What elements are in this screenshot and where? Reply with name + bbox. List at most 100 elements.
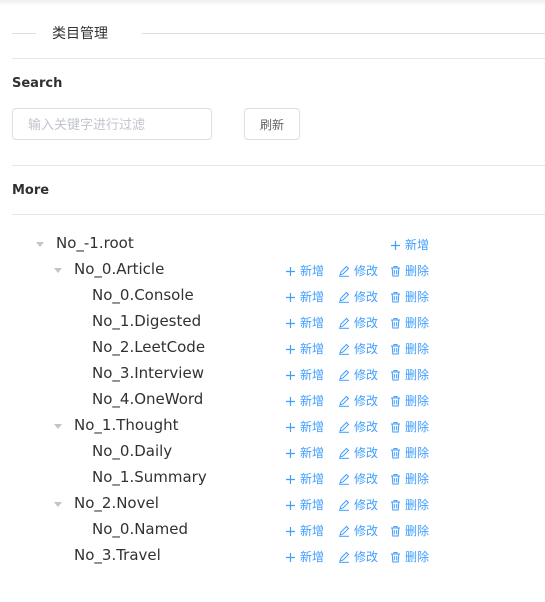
tree-node[interactable]: No_0.Named 新增 修改 删除 <box>0 517 545 543</box>
delete-icon <box>390 265 401 280</box>
delete-button[interactable]: 删除 <box>390 392 429 410</box>
edit-button[interactable]: 修改 <box>338 366 378 384</box>
add-button[interactable]: 新增 <box>285 262 324 280</box>
edit-button[interactable]: 修改 <box>338 496 378 514</box>
tree-node[interactable]: No_1.Thought 新增 修改 删除 <box>0 413 545 439</box>
tree-node-label[interactable]: No_1.Thought <box>74 416 178 434</box>
delete-button[interactable]: 删除 <box>390 548 429 566</box>
add-button[interactable]: 新增 <box>285 470 324 488</box>
tree-node[interactable]: No_0.Article 新增 修改 删除 <box>0 257 545 283</box>
tree-node[interactable]: No_1.Summary 新增 修改 删除 <box>0 465 545 491</box>
delete-button[interactable]: 删除 <box>390 418 429 436</box>
edit-button[interactable]: 修改 <box>338 392 378 410</box>
edit-button[interactable]: 修改 <box>338 262 378 280</box>
add-button[interactable]: 新增 <box>285 392 324 410</box>
tree-node[interactable]: No_3.Interview 新增 修改 删除 <box>0 361 545 387</box>
delete-icon <box>390 343 401 358</box>
tree-node-label[interactable]: No_3.Travel <box>74 546 161 564</box>
delete-button-label: 删除 <box>405 264 430 278</box>
plus-icon <box>285 526 296 540</box>
refresh-button[interactable]: 刷新 <box>244 108 300 140</box>
add-button-label: 新增 <box>405 238 430 252</box>
plus-icon <box>285 266 296 280</box>
delete-button[interactable]: 删除 <box>390 496 429 514</box>
delete-button[interactable]: 删除 <box>390 340 429 358</box>
edit-icon <box>338 447 350 462</box>
tree-node-label[interactable]: No_1.Digested <box>92 312 201 330</box>
delete-button[interactable]: 删除 <box>390 522 429 540</box>
search-input[interactable] <box>12 108 212 140</box>
edit-button[interactable]: 修改 <box>338 418 378 436</box>
edit-button-label: 修改 <box>354 342 379 356</box>
edit-button-label: 修改 <box>354 446 379 460</box>
more-label: More <box>12 183 50 198</box>
tree-node-label[interactable]: No_0.Named <box>92 520 188 538</box>
delete-button[interactable]: 删除 <box>390 262 429 280</box>
plus-icon <box>285 552 296 566</box>
add-button[interactable]: 新增 <box>285 496 324 514</box>
tree-node-label[interactable]: No_-1.root <box>56 234 134 252</box>
edit-button[interactable]: 修改 <box>338 288 378 306</box>
tree-node[interactable]: No_4.OneWord 新增 修改 删除 <box>0 387 545 413</box>
tree-node[interactable]: No_3.Travel 新增 修改 删除 <box>0 543 545 569</box>
delete-button[interactable]: 删除 <box>390 470 429 488</box>
plus-icon <box>285 370 296 384</box>
caret-down-icon[interactable] <box>54 424 62 429</box>
add-button-label: 新增 <box>300 550 325 564</box>
tree-node-label[interactable]: No_0.Console <box>92 286 194 304</box>
tree-node[interactable]: No_1.Digested 新增 修改 删除 <box>0 309 545 335</box>
edit-button-label: 修改 <box>354 368 379 382</box>
add-button[interactable]: 新增 <box>285 444 324 462</box>
add-button-label: 新增 <box>300 394 325 408</box>
delete-button[interactable]: 删除 <box>390 366 429 384</box>
delete-button[interactable]: 删除 <box>390 288 429 306</box>
add-button[interactable]: 新增 <box>285 366 324 384</box>
delete-icon <box>390 525 401 540</box>
add-button[interactable]: 新增 <box>285 314 324 332</box>
edit-icon <box>338 525 350 540</box>
tree-node-label[interactable]: No_1.Summary <box>92 468 207 486</box>
edit-button[interactable]: 修改 <box>338 444 378 462</box>
edit-button[interactable]: 修改 <box>338 314 378 332</box>
tree-node[interactable]: No_2.LeetCode 新增 修改 删除 <box>0 335 545 361</box>
add-button[interactable]: 新增 <box>285 288 324 306</box>
plus-icon <box>285 500 296 514</box>
divider-line <box>12 58 545 59</box>
caret-down-icon[interactable] <box>54 502 62 507</box>
delete-icon <box>390 317 401 332</box>
tree-node-label[interactable]: No_4.OneWord <box>92 390 203 408</box>
edit-button-label: 修改 <box>354 264 379 278</box>
edit-icon <box>338 473 350 488</box>
add-button[interactable]: 新增 <box>285 548 324 566</box>
delete-button-label: 删除 <box>405 342 430 356</box>
edit-button[interactable]: 修改 <box>338 548 378 566</box>
delete-button-label: 删除 <box>405 368 430 382</box>
tree-node[interactable]: No_0.Daily 新增 修改 删除 <box>0 439 545 465</box>
tree-node[interactable]: No_0.Console 新增 修改 删除 <box>0 283 545 309</box>
edit-button-label: 修改 <box>354 498 379 512</box>
tree-node-label[interactable]: No_0.Daily <box>92 442 172 460</box>
tree-node-label[interactable]: No_2.LeetCode <box>92 338 205 356</box>
caret-down-icon[interactable] <box>54 268 62 273</box>
tree-node-label[interactable]: No_0.Article <box>74 260 164 278</box>
plus-icon <box>285 344 296 358</box>
tree-node[interactable]: No_-1.root 新增 <box>0 231 545 257</box>
delete-button[interactable]: 删除 <box>390 314 429 332</box>
tree-node[interactable]: No_2.Novel 新增 修改 删除 <box>0 491 545 517</box>
delete-icon <box>390 473 401 488</box>
add-button-label: 新增 <box>300 420 325 434</box>
add-button-label: 新增 <box>300 264 325 278</box>
edit-button[interactable]: 修改 <box>338 522 378 540</box>
tree-node-label[interactable]: No_3.Interview <box>92 364 204 382</box>
add-button[interactable]: 新增 <box>285 340 324 358</box>
caret-down-icon[interactable] <box>36 242 44 247</box>
edit-button[interactable]: 修改 <box>338 340 378 358</box>
edit-icon <box>338 369 350 384</box>
edit-icon <box>338 395 350 410</box>
delete-button[interactable]: 删除 <box>390 444 429 462</box>
edit-button[interactable]: 修改 <box>338 470 378 488</box>
add-button[interactable]: 新增 <box>390 236 429 254</box>
tree-node-label[interactable]: No_2.Novel <box>74 494 159 512</box>
add-button[interactable]: 新增 <box>285 418 324 436</box>
add-button[interactable]: 新增 <box>285 522 324 540</box>
